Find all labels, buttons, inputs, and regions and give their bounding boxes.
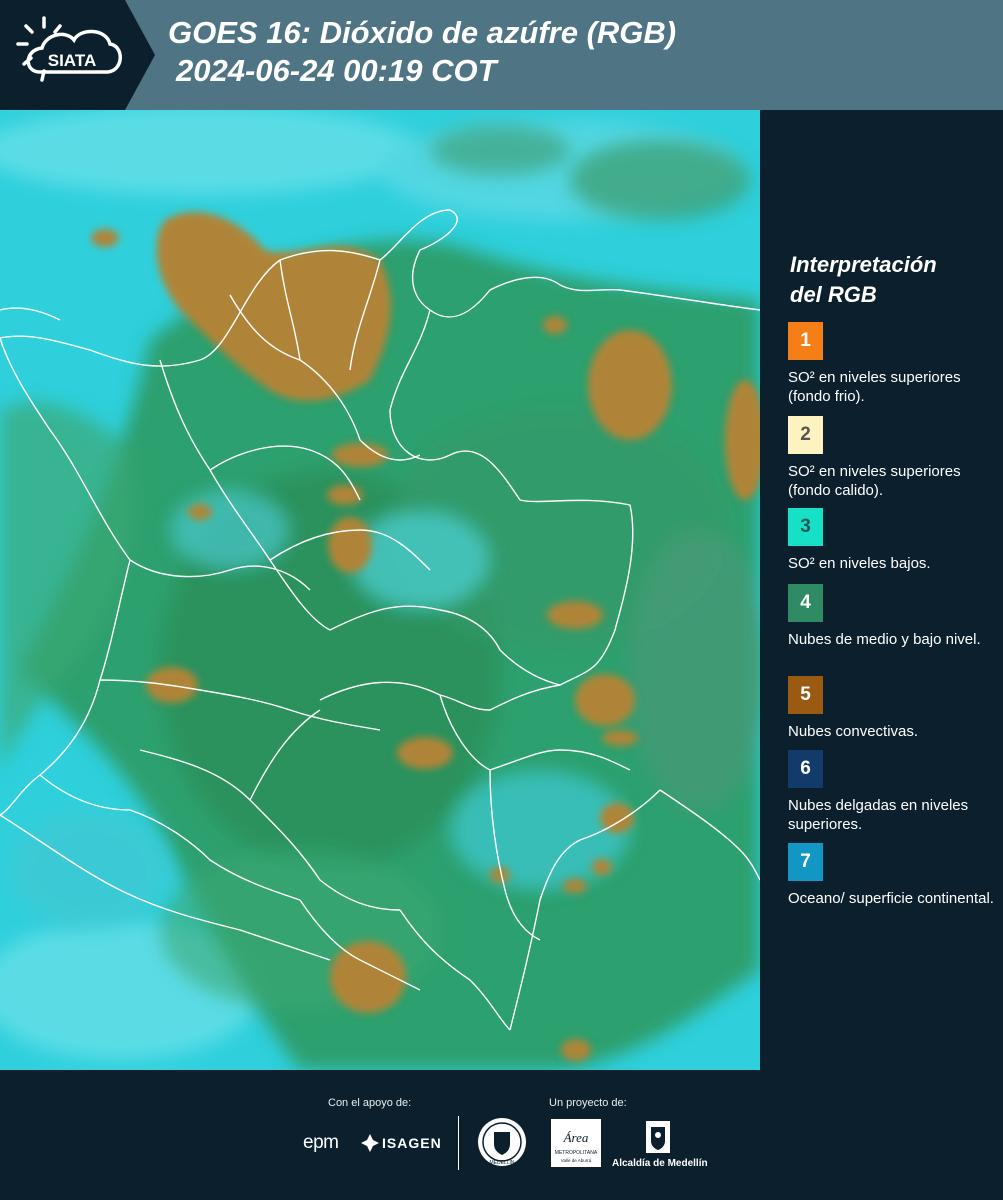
satellite-map <box>0 110 760 1070</box>
legend-swatch: 5 <box>788 676 823 714</box>
medellin-seal-logo: MEDELLÍN <box>478 1118 526 1166</box>
legend-label: Oceano/ superficie continental. <box>788 890 994 907</box>
legend-swatch: 1 <box>788 322 823 360</box>
header-bar: SIATA GOES 16: Dióxido de azúfre (RGB) 2… <box>0 0 1003 110</box>
legend-number: 3 <box>800 516 811 537</box>
legend-number: 1 <box>800 330 811 351</box>
area-logo-sub2: Valle de Aburrá <box>561 1158 592 1163</box>
map-image <box>0 110 760 1070</box>
isagen-icon <box>361 1134 379 1152</box>
siata-logo: SIATA <box>16 16 122 82</box>
support-label: Con el apoyo de: <box>328 1097 412 1109</box>
legend-swatch: 7 <box>788 843 823 881</box>
legend-title-line2: del RGB <box>790 282 877 307</box>
project-label: Un proyecto de: <box>549 1097 627 1109</box>
area-metropolitana-logo: Área METROPOLITANA Valle de Aburrá <box>551 1119 601 1167</box>
siata-logo-text: SIATA <box>48 51 96 70</box>
alcaldia-logo: Alcaldía de Medellín <box>612 1158 708 1169</box>
legend-number: 4 <box>800 592 811 613</box>
legend-number: 5 <box>800 684 811 705</box>
legend-number: 2 <box>800 424 811 445</box>
footer: Con el apoyo de: Un proyecto de: epm ISA… <box>0 1070 1003 1200</box>
title-product: GOES 16: Dióxido de azúfre (RGB) <box>168 15 677 50</box>
isagen-logo: ISAGEN <box>382 1135 442 1151</box>
legend-swatch: 6 <box>788 750 823 788</box>
legend-label: Nubes delgadas en niveles superiores. <box>788 797 969 833</box>
legend-title: Interpretación del RGB <box>790 250 937 310</box>
legend-swatch: 3 <box>788 508 823 546</box>
legend-number: 6 <box>800 758 811 779</box>
legend-item-6: 6 Nubes delgadas en niveles superiores. <box>788 750 998 834</box>
legend-label: SO² en niveles bajos. <box>788 555 931 572</box>
legend-item-7: 7 Oceano/ superficie continental. <box>788 843 998 908</box>
legend-label: SO² en niveles superiores (fondo frio). <box>788 369 961 405</box>
legend-title-line1: Interpretación <box>790 252 937 277</box>
title-datetime: 2024-06-24 00:19 COT <box>176 53 497 88</box>
footer-divider <box>458 1116 459 1170</box>
epm-logo: epm <box>303 1132 339 1153</box>
legend-label: Nubes convectivas. <box>788 723 919 740</box>
medellin-seal-text: MEDELLÍN <box>489 1159 514 1166</box>
legend-number: 7 <box>800 851 811 872</box>
legend-swatch: 2 <box>788 416 823 454</box>
legend-item-3: 3 SO² en niveles bajos. <box>788 508 998 573</box>
legend-item-2: 2 SO² en niveles superiores (fondo calid… <box>788 416 998 500</box>
legend-item-4: 4 Nubes de medio y bajo nivel. <box>788 584 998 649</box>
legend-label: Nubes de medio y bajo nivel. <box>788 631 981 648</box>
legend-item-5: 5 Nubes convectivas. <box>788 676 998 741</box>
alcaldia-escudo-icon <box>646 1121 670 1153</box>
legend-label: SO² en niveles superiores (fondo calido)… <box>788 463 961 499</box>
legend-swatch: 4 <box>788 584 823 622</box>
area-logo-sub1: METROPOLITANA <box>555 1150 598 1156</box>
area-logo-title: Área <box>563 1130 589 1145</box>
legend-item-1: 1 SO² en niveles superiores (fondo frio)… <box>788 322 998 406</box>
page-title: GOES 16: Dióxido de azúfre (RGB) 2024-06… <box>168 14 676 90</box>
legend-panel: Interpretación del RGB 1 SO² en niveles … <box>760 110 1003 1070</box>
